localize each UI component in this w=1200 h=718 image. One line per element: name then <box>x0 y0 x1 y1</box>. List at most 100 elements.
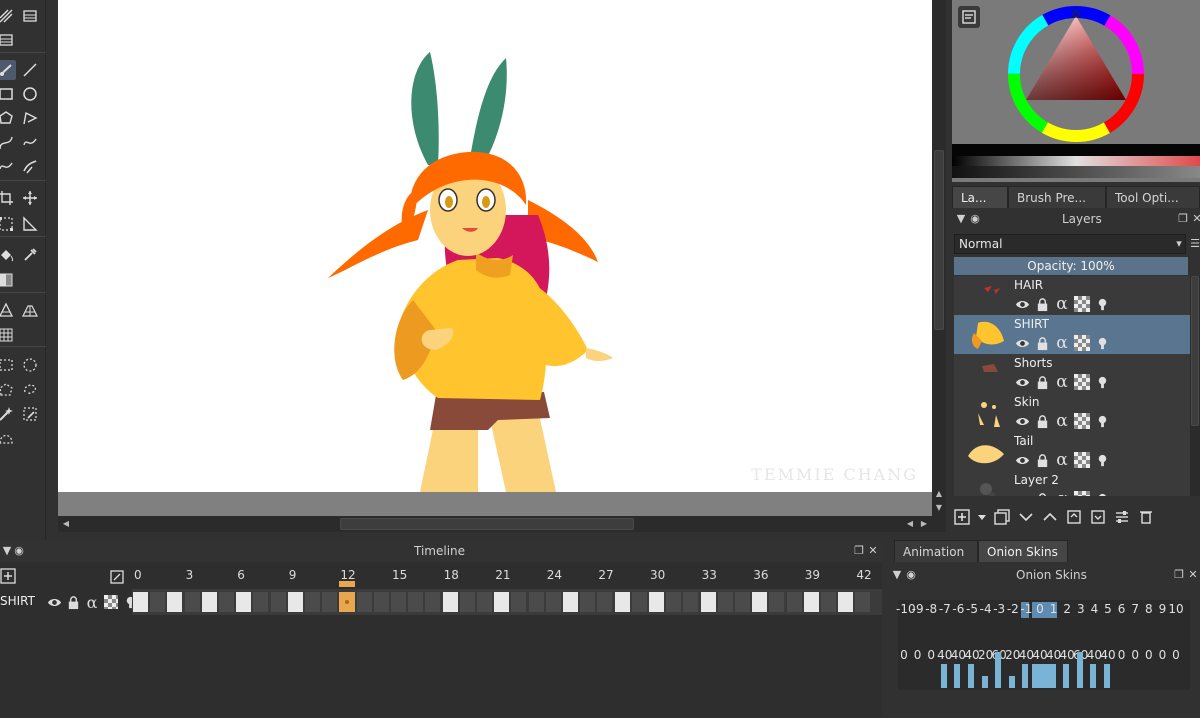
keyframe[interactable] <box>167 592 183 612</box>
onion-opacity-bar[interactable] <box>1022 664 1029 688</box>
magic-wand-icon[interactable] <box>0 404 16 424</box>
vertical-scroll-thumb[interactable] <box>934 150 944 330</box>
scroll-up-arrow-icon[interactable]: ▲ <box>933 488 945 500</box>
empty-frame-cell[interactable] <box>253 592 269 612</box>
onion-opacity-bar[interactable] <box>981 676 988 688</box>
visibility-eye-icon[interactable] <box>1014 374 1030 390</box>
layer-filter-icon[interactable]: ☰ <box>1188 237 1200 251</box>
panel-lock-icon[interactable]: ◉ <box>12 544 26 558</box>
alpha-inherit-icon[interactable] <box>1074 413 1090 429</box>
keyframe[interactable] <box>133 592 148 612</box>
lock-icon[interactable] <box>1034 413 1050 429</box>
empty-frame-cell[interactable] <box>528 592 544 612</box>
panel-float-icon[interactable]: ❐ <box>1172 568 1186 582</box>
multibrush-icon[interactable] <box>0 6 16 26</box>
grid-icon[interactable] <box>0 325 16 345</box>
onion-opacity-bar[interactable] <box>1063 664 1070 688</box>
lock-icon[interactable] <box>1034 374 1050 390</box>
alpha-lock-icon[interactable]: α <box>1054 489 1070 496</box>
empty-frame-cell[interactable] <box>597 592 613 612</box>
layer-properties-icon[interactable] <box>1114 509 1130 525</box>
animation-pin-icon[interactable] <box>1094 296 1110 312</box>
empty-frame-cell[interactable] <box>425 592 441 612</box>
canvas-vertical-scrollbar[interactable]: ▲ ▼ <box>932 0 946 516</box>
layer-row[interactable]: Tail α <box>954 432 1190 471</box>
empty-frame-cell[interactable] <box>545 592 561 612</box>
move-layer-down-icon[interactable] <box>1018 509 1034 525</box>
onion-opacity-bar[interactable] <box>1076 652 1083 688</box>
scroll-right-arrow-icon[interactable]: ▶ <box>918 518 930 530</box>
onion-opacity-bar[interactable] <box>1049 664 1056 688</box>
empty-frame-cell[interactable] <box>305 592 320 612</box>
panel-collapse-icon[interactable]: ▼ <box>890 568 904 582</box>
visibility-eye-icon[interactable] <box>46 594 62 610</box>
add-layer-icon[interactable] <box>954 509 970 525</box>
alpha-inherit-icon[interactable] <box>1074 374 1090 390</box>
visibility-eye-icon[interactable] <box>1014 452 1030 468</box>
lock-icon[interactable] <box>65 594 81 610</box>
gradient-icon[interactable] <box>0 270 16 290</box>
onion-opacity-bar[interactable] <box>1090 664 1097 688</box>
lock-icon[interactable] <box>1034 452 1050 468</box>
empty-frame-cell[interactable] <box>631 592 647 612</box>
keyframe[interactable] <box>752 592 768 612</box>
dynamic-brush-icon[interactable] <box>20 157 40 177</box>
empty-frame-cell[interactable] <box>786 592 802 612</box>
alpha-lock-icon[interactable]: α <box>1054 450 1070 470</box>
empty-frame-cell[interactable] <box>459 592 475 612</box>
timeline-frame-grid[interactable] <box>132 589 882 615</box>
timeline-settings-icon[interactable] <box>110 570 126 586</box>
keyframe[interactable] <box>236 592 252 612</box>
layer-row[interactable]: SHIRT α <box>954 315 1190 354</box>
canvas-horizontal-scrollbar[interactable]: ◀ ◀ ▶ <box>58 516 946 532</box>
animation-pin-icon[interactable] <box>1094 335 1110 351</box>
animation-pin-icon[interactable] <box>1094 413 1110 429</box>
onion-opacity-bar[interactable] <box>954 664 961 688</box>
scroll-left-arrow-icon[interactable]: ◀ <box>60 518 72 530</box>
scroll-left-arrow-icon[interactable]: ◀ <box>904 518 916 530</box>
canvas-area[interactable]: TEMMIE CHANG <box>58 0 932 516</box>
empty-frame-cell[interactable] <box>270 592 286 612</box>
layers-list[interactable]: HAIRαSHIRTαShortsαSkinαTailαLayer 2α <box>954 276 1190 496</box>
layer-row[interactable]: Layer 2 α <box>954 471 1190 496</box>
empty-frame-cell[interactable] <box>184 592 200 612</box>
polygon-select-icon[interactable] <box>0 380 16 400</box>
alpha-inherit-icon[interactable] <box>1074 491 1090 496</box>
color-selector-settings-icon[interactable] <box>958 6 980 28</box>
similar-select-icon[interactable] <box>20 404 40 424</box>
transform-icon[interactable] <box>0 214 16 234</box>
keyframe[interactable] <box>563 592 578 612</box>
visibility-eye-icon[interactable] <box>1014 296 1030 312</box>
perspective-grid-icon[interactable] <box>20 300 40 320</box>
lock-icon[interactable] <box>1034 335 1050 351</box>
empty-frame-cell[interactable] <box>391 592 406 612</box>
ellipse-select-icon[interactable] <box>20 355 40 375</box>
empty-frame-cell[interactable] <box>855 592 871 612</box>
add-layer-dropdown-icon[interactable] <box>978 509 986 525</box>
line-icon[interactable] <box>20 60 40 80</box>
bezier-icon[interactable] <box>0 133 16 153</box>
color-strip-gradient[interactable] <box>952 156 1200 166</box>
tab-onion-skins[interactable]: Onion Skins <box>978 540 1068 562</box>
merge-layer-icon[interactable] <box>1090 509 1106 525</box>
keyframe[interactable] <box>494 592 510 612</box>
freehand-brush-icon[interactable] <box>0 60 16 80</box>
move-layer-up-icon[interactable] <box>1042 509 1058 525</box>
onion-skin-opacity-editor[interactable]: -100-90-80-740-640-540-420-360-220-14004… <box>896 600 1190 690</box>
empty-frame-cell[interactable] <box>150 592 166 612</box>
layer-row[interactable]: Skin α <box>954 393 1190 432</box>
frame-ruler[interactable]: 0 3 6 9 12 15 18 21 24 27 30 33 36 39 42 <box>132 568 882 586</box>
scroll-down-arrow-icon[interactable]: ▼ <box>933 502 945 514</box>
keyframe[interactable] <box>649 592 664 612</box>
empty-frame-cell[interactable] <box>683 592 699 612</box>
chevron-down-icon[interactable]: ▾ <box>1172 237 1186 251</box>
lock-icon[interactable] <box>1034 296 1050 312</box>
visibility-eye-icon[interactable] <box>1014 413 1030 429</box>
alpha-lock-icon[interactable]: α <box>1054 333 1070 353</box>
layer-row[interactable]: HAIR α <box>954 276 1190 315</box>
empty-frame-cell[interactable] <box>477 592 492 612</box>
advanced-color-selector[interactable] <box>952 0 1200 182</box>
keyframe[interactable] <box>838 592 854 612</box>
empty-frame-cell[interactable] <box>322 592 338 612</box>
alpha-inherit-icon[interactable] <box>1074 335 1090 351</box>
